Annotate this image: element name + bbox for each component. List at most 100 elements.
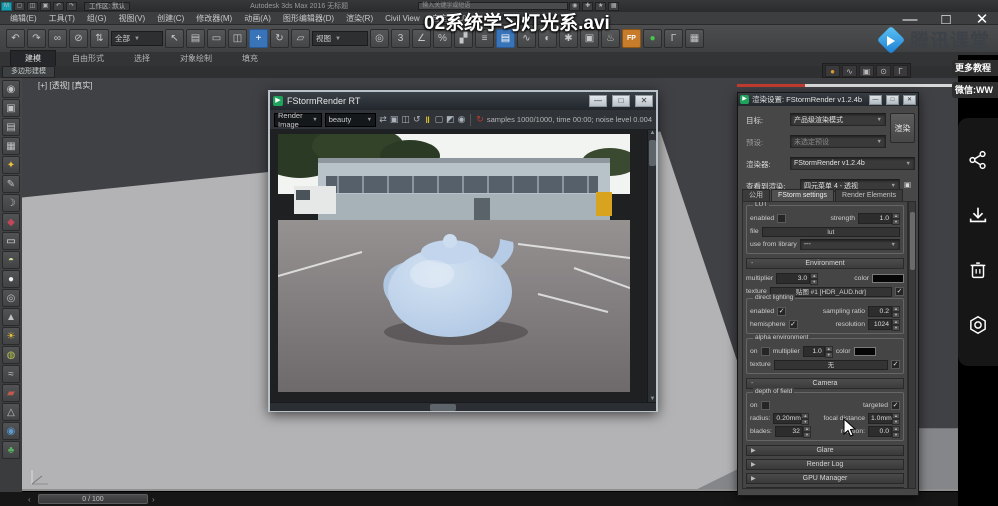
dl-resolution-spinner[interactable]: 1024▲▼	[868, 319, 900, 330]
tools-hammer-icon[interactable]: Γ	[664, 29, 683, 48]
cone-icon[interactable]: ▲	[2, 308, 20, 326]
region-icon[interactable]: ▢	[435, 113, 444, 126]
refresh-icon[interactable]: ↻	[476, 113, 484, 126]
rollout-render-log[interactable]: ▶Render Log	[746, 459, 904, 470]
close-button[interactable]: ✕	[903, 95, 916, 105]
disc-icon[interactable]: ◍	[2, 346, 20, 364]
dof-rotation-spinner[interactable]: 0.0▲▼	[868, 426, 900, 437]
dof-targeted-checkbox[interactable]: ✓	[891, 401, 900, 410]
env-color-swatch[interactable]	[872, 274, 904, 283]
tab-render-elements[interactable]: Render Elements	[835, 189, 903, 201]
apps-icon[interactable]: ▦	[608, 2, 619, 11]
redo-icon[interactable]: ↷	[66, 2, 77, 11]
mountain-icon[interactable]: △	[2, 403, 20, 421]
crop-icon[interactable]: ◩	[446, 113, 455, 126]
maximize-button[interactable]: □	[886, 95, 899, 105]
scale-icon[interactable]: ▱	[291, 29, 310, 48]
dof-radius-spinner[interactable]: 0.20mm▲▼	[773, 413, 809, 424]
dl-sampling-spinner[interactable]: 0.2▲▼	[868, 306, 900, 317]
dome-icon[interactable]: ◓	[2, 251, 20, 269]
select-by-name-icon[interactable]: ▤	[186, 29, 205, 48]
horizontal-scrollbar[interactable]	[270, 402, 656, 411]
sphere-icon[interactable]: ●	[2, 270, 20, 288]
select-object-icon[interactable]: ↖	[165, 29, 184, 48]
delete-icon[interactable]	[967, 259, 989, 281]
unlink-icon[interactable]: ⊘	[69, 29, 88, 48]
open-icon[interactable]: ◫	[27, 2, 38, 11]
grid-icon[interactable]: ▦	[685, 29, 704, 48]
history-icon[interactable]: ↺	[413, 113, 421, 126]
fstorm-view-area[interactable]: ▲ ▼	[270, 130, 656, 402]
time-slider[interactable]: 0 / 100	[38, 494, 148, 504]
preset-dropdown[interactable]: 未选定预设▼	[790, 135, 886, 148]
tree-icon[interactable]: ♣	[2, 441, 20, 459]
tab-common[interactable]: 公用	[742, 189, 770, 201]
use-center-icon[interactable]: ◎	[370, 29, 389, 48]
ribbon-tab-selection[interactable]: 选择	[120, 51, 164, 66]
dof-on-checkbox[interactable]	[761, 401, 770, 410]
waves-icon[interactable]: ≈	[2, 365, 20, 383]
renderer-dropdown[interactable]: FStormRender v1.2.4b▼	[790, 157, 915, 170]
menu-rendering[interactable]: 渲染(R)	[340, 13, 379, 24]
close-button[interactable]: ✕	[635, 95, 653, 107]
maximize-button[interactable]: □	[612, 95, 630, 107]
select-link-icon[interactable]: ∞	[48, 29, 67, 48]
record-dot-icon[interactable]: ●	[825, 65, 840, 77]
horizontal-scroll-handle[interactable]	[430, 404, 456, 411]
ribbon-tab-freeform[interactable]: 自由形式	[58, 51, 118, 66]
menu-animation[interactable]: 动画(A)	[238, 13, 277, 24]
alpha-on-checkbox[interactable]	[761, 347, 770, 356]
rollout-gpu-manager[interactable]: ▶GPU Manager	[746, 473, 904, 484]
target-icon[interactable]: ⊙	[876, 65, 891, 77]
list-icon[interactable]: ▤	[2, 118, 20, 136]
undo-icon[interactable]: ↶	[53, 2, 64, 11]
panel-scroll-handle[interactable]	[910, 212, 915, 270]
earth-icon[interactable]: ◉	[2, 422, 20, 440]
new-icon[interactable]: ▢	[14, 2, 25, 11]
clone-icon[interactable]: ◫	[401, 113, 410, 126]
redo-icon[interactable]: ↷	[27, 29, 46, 48]
vertical-scroll-handle[interactable]	[649, 140, 656, 166]
share-icon[interactable]	[967, 149, 989, 171]
crossing-icon[interactable]: ◫	[228, 29, 247, 48]
lock-icon[interactable]: ▣	[904, 180, 911, 189]
swap-icon[interactable]: ⇄	[379, 113, 387, 126]
follow-mouse-icon[interactable]: ◉	[458, 113, 466, 126]
curve-icon[interactable]: ∿	[842, 65, 857, 77]
grid-icon[interactable]: ▦	[2, 137, 20, 155]
minimize-button[interactable]: —	[869, 95, 882, 105]
record-icon[interactable]	[967, 314, 989, 336]
dl-hemisphere-checkbox[interactable]: ✓	[789, 320, 798, 329]
tab-fstorm-settings[interactable]: FStorm settings	[771, 189, 834, 201]
monitor-icon[interactable]: ▣	[2, 99, 20, 117]
menu-modifiers[interactable]: 修改器(M)	[190, 13, 238, 24]
rotate-icon[interactable]: ↻	[270, 29, 289, 48]
env-texture-checkbox[interactable]: ✓	[895, 287, 904, 296]
dof-blades-spinner[interactable]: 32▲▼	[775, 426, 811, 437]
timeline-prev-icon[interactable]: ‹	[28, 495, 31, 504]
dl-enabled-checkbox[interactable]: ✓	[777, 307, 786, 316]
ribbon-tab-populate[interactable]: 填充	[228, 51, 272, 66]
polygon-modeling-tab[interactable]: 多边形建模	[2, 66, 55, 78]
menu-create[interactable]: 创建(C)	[151, 13, 190, 24]
ribbon-tab-object-paint[interactable]: 对象绘制	[166, 51, 226, 66]
dialog-titlebar[interactable]: ▶ 渲染设置: FStormRender v1.2.4b — □ ✕	[738, 93, 918, 106]
ribbon-tab-modeling[interactable]: 建模	[10, 50, 56, 66]
rollout-tools[interactable]: ▶Tools	[746, 487, 904, 489]
alpha-texture-checkbox[interactable]: ✓	[891, 360, 900, 369]
menu-edit[interactable]: 编辑(E)	[4, 13, 43, 24]
menu-views[interactable]: 视图(V)	[112, 13, 151, 24]
save-image-icon[interactable]: ▣	[390, 113, 399, 126]
lut-file-button[interactable]: lut	[762, 227, 900, 237]
render-mode-dropdown[interactable]: Render Image▼	[274, 113, 322, 127]
capsule-icon[interactable]: ▰	[2, 384, 20, 402]
selection-filter-dropdown[interactable]: 全部▼	[111, 31, 163, 46]
pause-icon[interactable]: ‖	[424, 113, 432, 126]
undo-icon[interactable]: ↶	[6, 29, 25, 48]
move-icon[interactable]: +	[249, 29, 268, 48]
moon-icon[interactable]: ☽	[2, 194, 20, 212]
light-lister-icon[interactable]: ●	[643, 29, 662, 48]
vertical-scrollbar[interactable]: ▲ ▼	[647, 130, 656, 402]
render-button[interactable]: 渲染	[890, 113, 915, 143]
menu-graph-editors[interactable]: 图形编辑器(D)	[277, 13, 340, 24]
